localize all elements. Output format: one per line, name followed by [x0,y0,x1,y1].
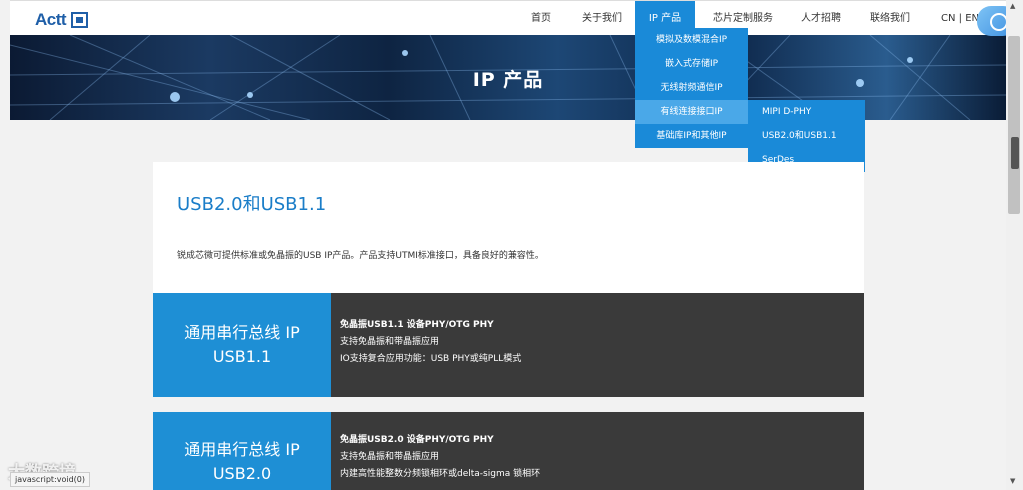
dropdown-item-1[interactable]: 嵌入式存储IP [635,52,748,76]
scroll-down-icon[interactable]: ▼ [1010,477,1015,485]
product-details: 免晶振USB2.0 设备PHY/OTG PHY 支持免晶振和带晶振应用 内建高性… [331,412,864,490]
nav-item-4[interactable]: 人才招聘 [801,1,841,36]
product-detail-line: 支持免晶振和带晶振应用 [340,452,440,462]
product-title-line1: 通用串行总线 IP [184,323,300,342]
product-title-line2: USB1.1 [212,347,272,366]
ip-products-dropdown: 模拟及数模混合IP 嵌入式存储IP 无线射频通信IP 有线连接接口IP 基础库IP和其他… [635,28,748,148]
hero-title: IP 产品 [472,69,544,91]
intro-card: USB2.0和USB1.1 锐成芯微可提供标准或免晶振的USB IP产品。产品支… [153,162,864,293]
product-row-usb20: 通用串行总线 IP USB2.0 免晶振USB2.0 设备PHY/OTG PHY… [153,412,864,490]
main-nav: 首页 关于我们 IP 产品 芯片定制服务 人才招聘 联络我们 CN | EN [10,1,1006,36]
product-title-block: 通用串行总线 IP USB2.0 [153,412,331,490]
product-detail-line: IO支持复合应用功能：USB PHY或纯PLL模式 [340,354,522,364]
dropdown-item-4[interactable]: 基础库IP和其他IP [635,124,748,148]
product-title-line2: USB2.0 [212,464,272,483]
submenu-item-0[interactable]: MIPI D-PHY [748,100,865,124]
side-feedback-tab[interactable] [1011,137,1019,169]
dropdown-item-2[interactable]: 无线射频通信IP [635,76,748,100]
product-row-usb11: 通用串行总线 IP USB1.1 免晶振USB1.1 设备PHY/OTG PHY… [153,293,864,397]
top-header: Actt 首页 关于我们 IP 产品 芯片定制服务 人才招聘 联络我们 CN | EN [10,0,1006,36]
nav-item-5[interactable]: 联络我们 [870,1,910,36]
dropdown-item-3[interactable]: 有线连接接口IP [635,100,748,124]
product-detail-headline: 免晶振USB1.1 设备PHY/OTG PHY [340,320,494,330]
product-detail-line: 内建高性能整数分频锁相环或delta-sigma 锁相环 [340,469,541,479]
submenu-item-1[interactable]: USB2.0和USB1.1 [748,124,865,148]
product-details: 免晶振USB1.1 设备PHY/OTG PHY 支持免晶振和带晶振应用 IO支持… [331,293,864,397]
scroll-thumb[interactable] [1008,36,1020,214]
nav-item-6[interactable]: CN | EN [941,1,979,36]
page-scrollbar[interactable]: ▲ ▼ [1006,0,1023,490]
dropdown-item-0[interactable]: 模拟及数模混合IP [635,28,748,52]
scroll-up-icon[interactable]: ▲ [1010,2,1015,10]
nav-item-1[interactable]: 关于我们 [582,1,622,36]
page-heading: USB2.0和USB1.1 [177,194,327,215]
product-detail-line: 支持免晶振和带晶振应用 [340,337,440,347]
nav-item-0[interactable]: 首页 [531,1,551,36]
product-title-line1: 通用串行总线 IP [184,440,300,459]
product-title-block: 通用串行总线 IP USB1.1 [153,293,331,397]
page-intro: 锐成芯微可提供标准或免晶振的USB IP产品。产品支持UTMI标准接口，具备良好… [177,251,544,261]
product-detail-headline: 免晶振USB2.0 设备PHY/OTG PHY [340,435,494,445]
browser-status-bar: javascript:void(0) [10,472,91,487]
